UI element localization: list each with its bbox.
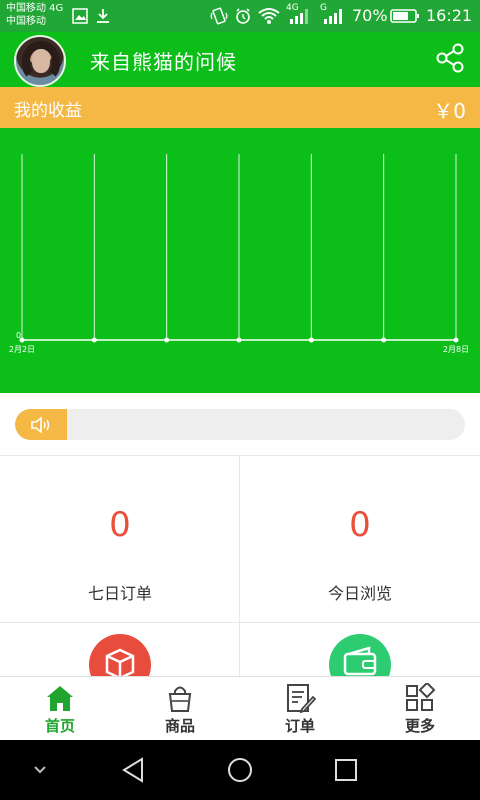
back-icon[interactable] (118, 754, 150, 786)
x-tick-label: 2月2日 (9, 345, 35, 354)
gallery-icon (72, 7, 88, 25)
download-icon (96, 7, 110, 25)
tab-label: 商品 (164, 717, 195, 735)
recents-icon[interactable] (330, 754, 362, 786)
data-point (308, 337, 314, 343)
data-point (91, 337, 97, 343)
tab-label: 更多 (404, 717, 435, 735)
bottom-tab-bar: 首页 商品 订单 更多 (0, 676, 480, 740)
battery-icon (390, 7, 420, 25)
tab-home[interactable]: 首页 (0, 677, 120, 741)
divider (0, 622, 480, 623)
speaker-icon (15, 409, 67, 440)
tab-label: 首页 (44, 717, 75, 735)
earnings-bar[interactable]: 我的收益 ￥0 (0, 87, 480, 128)
x-tick-label: 2月8日 (443, 345, 469, 354)
today-views-value: 0 (349, 505, 371, 545)
battery-percent: 70% (352, 6, 388, 25)
home-nav-icon[interactable] (224, 754, 256, 786)
wifi-icon (258, 7, 280, 25)
bag-icon (164, 683, 196, 713)
clock-time: 16:21 (426, 6, 473, 25)
app-screen: 中国移动 4G 中国移动 4G G 70% 16:21 来自熊猫的问候 我的收益… (0, 0, 480, 800)
carrier-line-2: 中国移动 (6, 16, 46, 27)
greeting-title: 来自熊猫的问候 (90, 50, 237, 74)
order-icon (284, 683, 317, 714)
seven-day-orders-value: 0 (109, 505, 131, 545)
tab-products[interactable]: 商品 (120, 677, 240, 741)
avatar[interactable] (14, 35, 66, 87)
data-point (236, 337, 242, 343)
data-point (381, 337, 387, 343)
carrier-line-1: 中国移动 4G (6, 3, 64, 14)
tab-orders[interactable]: 订单 (240, 677, 360, 741)
earnings-label: 我的收益 (14, 101, 82, 121)
alarm-icon (234, 7, 252, 25)
data-point (164, 337, 170, 343)
chevron-down-icon[interactable] (24, 754, 56, 786)
share-icon[interactable] (434, 42, 466, 74)
app-header: 来自熊猫的问候 (0, 32, 480, 87)
divider (0, 455, 480, 456)
home-icon (44, 683, 76, 713)
status-bar: 中国移动 4G 中国移动 4G G 70% 16:21 (0, 0, 480, 32)
y-axis-label: 0 (16, 331, 21, 340)
more-icon (404, 681, 436, 713)
signal-icon-2 (322, 7, 342, 25)
chart-svg: 0 2月2日 2月8日 (9, 154, 469, 354)
today-views-label[interactable]: 今日浏览 (240, 580, 480, 604)
seven-day-orders-label[interactable]: 七日订单 (0, 580, 240, 604)
tab-label: 订单 (284, 717, 315, 735)
earnings-value: ￥0 (433, 99, 466, 123)
carrier-info: 中国移动 4G 中国移动 (6, 2, 63, 28)
signal-icon-1 (288, 7, 308, 25)
system-nav-bar (0, 740, 480, 800)
divider (239, 455, 240, 677)
tab-more[interactable]: 更多 (360, 677, 480, 741)
earnings-chart: 0 2月2日 2月8日 (0, 128, 480, 393)
data-point (453, 337, 459, 343)
vibrate-icon (210, 7, 228, 25)
notice-bar[interactable] (15, 409, 465, 440)
